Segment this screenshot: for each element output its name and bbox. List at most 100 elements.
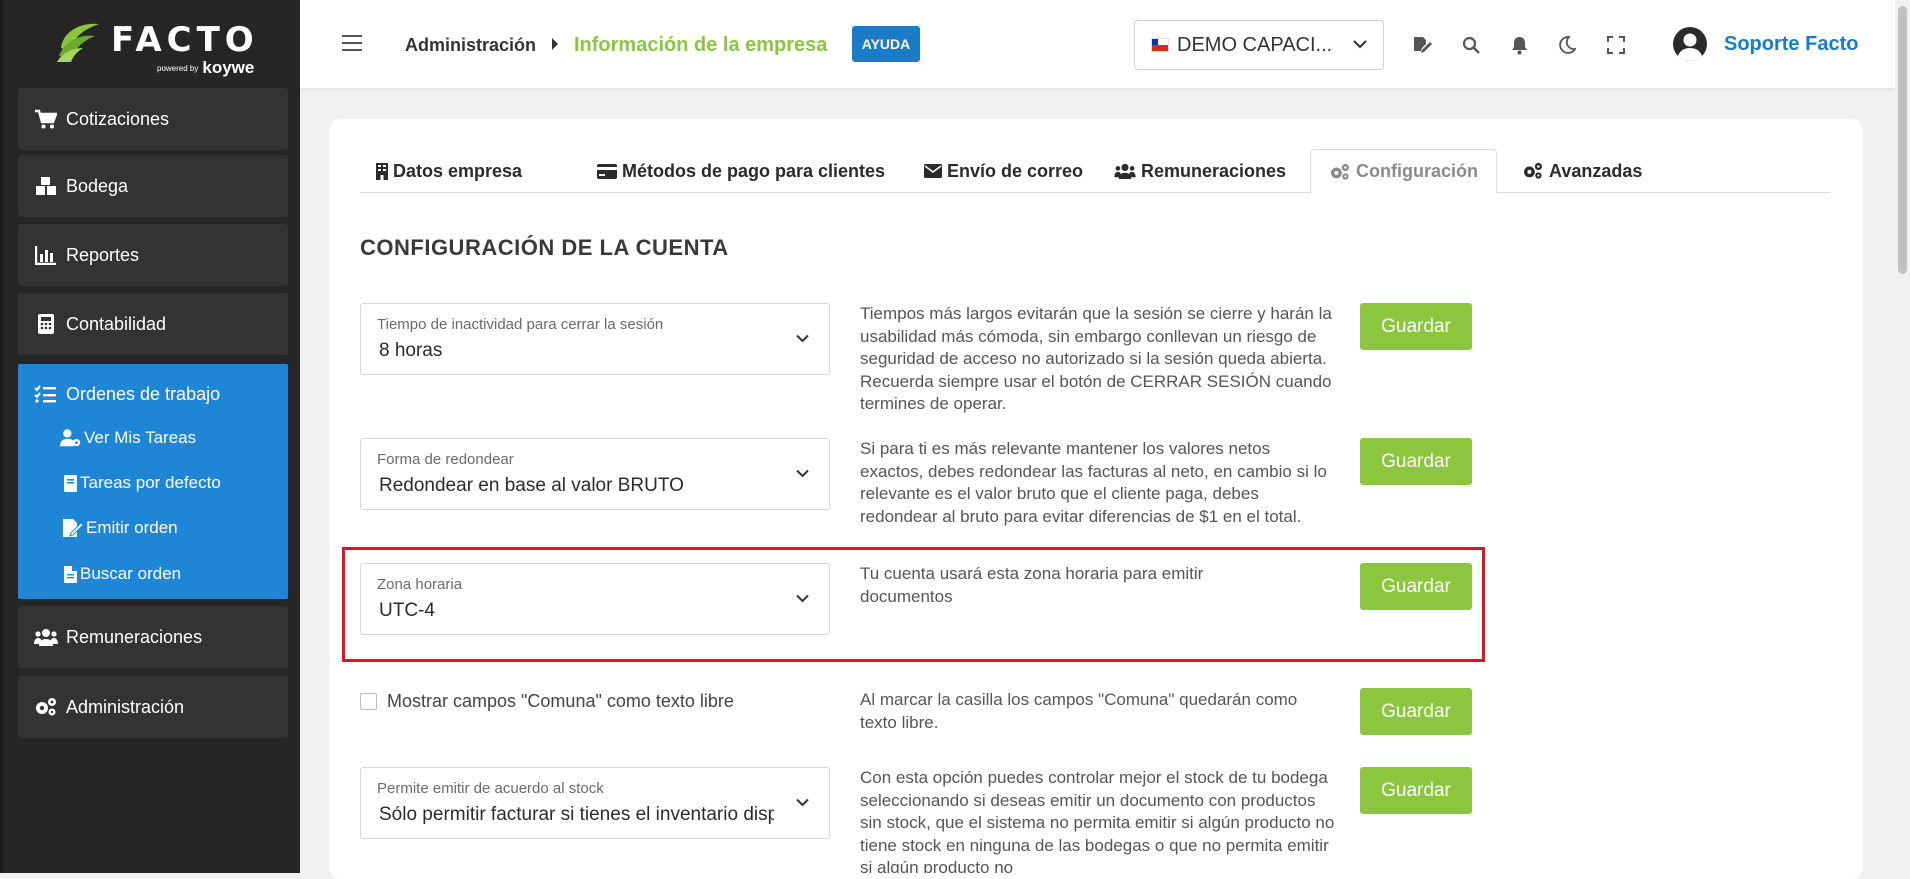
chevron-down-icon xyxy=(1353,40,1367,49)
gears-icon xyxy=(1522,162,1544,180)
fullscreen-icon[interactable] xyxy=(1605,34,1627,56)
moon-icon[interactable] xyxy=(1556,34,1578,56)
setting-description: Tiempos más largos evitarán que la sesió… xyxy=(860,304,1332,413)
tab-envio-de-correo[interactable]: Envío de correo xyxy=(918,149,1089,193)
select-value: UTC-4 xyxy=(379,600,435,621)
tab-label: Métodos de pago para clientes xyxy=(622,160,886,181)
cart-icon xyxy=(34,107,58,131)
scrollbar-thumb[interactable] xyxy=(1898,6,1907,274)
tab-metodos-de-pago[interactable]: Métodos de pago para clientes xyxy=(591,149,891,193)
brand-powered: powered by koywe xyxy=(157,58,255,77)
content-card: Datos empresa Métodos de pago para clien… xyxy=(330,119,1862,879)
comuna-free-text-row: Mostrar campos "Comuna" como texto libre xyxy=(360,691,734,712)
tab-configuracion[interactable]: Configuración xyxy=(1310,149,1497,194)
bar-chart-icon xyxy=(34,243,58,267)
page-scrollbar[interactable] xyxy=(1895,0,1910,873)
hamburger-menu-icon[interactable] xyxy=(342,35,362,53)
select-label: Forma de redondear xyxy=(377,451,514,468)
inactivity-timeout-select[interactable]: Tiempo de inactividad para cerrar la ses… xyxy=(360,303,830,375)
gears-icon xyxy=(1329,163,1351,181)
save-button[interactable]: Guardar xyxy=(1360,438,1472,485)
sidebar-subitem-label: Emitir orden xyxy=(86,518,178,537)
save-button[interactable]: Guardar xyxy=(1360,767,1472,814)
rounding-mode-select[interactable]: Forma de redondear Redondear en base al … xyxy=(360,438,830,510)
file-signature-icon xyxy=(62,517,84,539)
chile-flag-icon xyxy=(1151,38,1169,52)
credit-card-icon xyxy=(597,163,617,179)
sidebar-item-reportes[interactable]: Reportes xyxy=(18,224,288,286)
sidebar-item-contabilidad[interactable]: Contabilidad xyxy=(18,293,288,355)
company-select[interactable]: DEMO CAPACI... xyxy=(1134,20,1384,70)
sidebar-item-label: Administración xyxy=(66,696,185,717)
checkbox-label: Mostrar campos "Comuna" como texto libre xyxy=(387,691,734,711)
sidebar: FACTO powered by koywe Cotizaciones Bodeg… xyxy=(0,0,300,873)
user-avatar-icon xyxy=(1673,27,1707,61)
search-icon[interactable] xyxy=(1460,34,1482,56)
help-button[interactable]: AYUDA xyxy=(852,26,920,62)
tab-avanzadas[interactable]: Avanzadas xyxy=(1516,149,1648,193)
signature-icon[interactable] xyxy=(1412,34,1434,56)
avatar[interactable] xyxy=(1672,26,1708,62)
company-name: DEMO CAPACI... xyxy=(1177,33,1333,56)
sidebar-subitem-buscar-orden[interactable]: Buscar orden xyxy=(62,563,181,585)
facto-logo[interactable]: FACTO powered by koywe xyxy=(55,14,255,77)
chevron-down-icon xyxy=(796,594,809,603)
sidebar-item-administracion[interactable]: Administración xyxy=(18,676,288,738)
setting-description: Si para ti es más relevante mantener los… xyxy=(860,439,1327,526)
chevron-down-icon xyxy=(796,798,809,807)
section-title: CONFIGURACIÓN DE LA CUENTA xyxy=(360,235,729,260)
setting-description: Al marcar la casilla los campos "Comuna"… xyxy=(860,690,1298,732)
select-value: 8 horas xyxy=(379,340,443,361)
sidebar-subitem-tareas-por-defecto[interactable]: Tareas por defecto xyxy=(62,472,221,494)
sidebar-item-label: Remuneraciones xyxy=(66,626,203,647)
boxes-icon xyxy=(34,174,58,198)
sidebar-item-label: Ordenes de trabajo xyxy=(66,383,221,404)
sidebar-item-label: Reportes xyxy=(66,244,140,265)
envelope-icon xyxy=(924,164,942,178)
tab-label: Configuración xyxy=(1356,161,1478,181)
brand-name: FACTO xyxy=(111,20,259,60)
user-gear-icon xyxy=(60,427,82,449)
sidebar-item-ordenes-de-trabajo[interactable]: Ordenes de trabajo Ver Mis Tareas Tareas… xyxy=(18,364,288,599)
users-icon xyxy=(1114,163,1136,179)
save-button[interactable]: Guardar xyxy=(1360,563,1472,610)
sidebar-item-ordenes-head[interactable]: Ordenes de trabajo xyxy=(34,382,220,406)
sidebar-subitem-label: Tareas por defecto xyxy=(80,473,221,492)
bell-icon[interactable] xyxy=(1508,34,1530,56)
select-label: Permite emitir de acuerdo al stock xyxy=(377,780,604,797)
select-label: Tiempo de inactividad para cerrar la ses… xyxy=(377,316,664,333)
sidebar-item-remuneraciones[interactable]: Remuneraciones xyxy=(18,606,288,668)
save-button[interactable]: Guardar xyxy=(1360,303,1472,350)
save-button[interactable]: Guardar xyxy=(1360,688,1472,735)
stock-emission-select[interactable]: Permite emitir de acuerdo al stock Sólo … xyxy=(360,767,830,839)
sidebar-item-bodega[interactable]: Bodega xyxy=(18,155,288,217)
tab-datos-empresa[interactable]: Datos empresa xyxy=(370,149,528,193)
setting-description: Tu cuenta usará esta zona horaria para e… xyxy=(860,564,1204,606)
tab-label: Envío de correo xyxy=(947,160,1084,181)
sidebar-item-cotizaciones[interactable]: Cotizaciones xyxy=(18,88,288,150)
setting-description: Con esta opción puedes controlar mejor e… xyxy=(860,768,1335,873)
sidebar-subitem-emitir-orden[interactable]: Emitir orden xyxy=(62,517,178,539)
sidebar-subitem-ver-mis-tareas[interactable]: Ver Mis Tareas xyxy=(60,427,196,449)
chevron-down-icon xyxy=(796,469,809,478)
select-value: Sólo permitir facturar si tienes el inve… xyxy=(379,804,774,825)
tab-label: Datos empresa xyxy=(393,160,523,181)
sidebar-item-label: Cotizaciones xyxy=(66,108,170,129)
select-label: Zona horaria xyxy=(377,576,463,593)
facto-logo-icon xyxy=(57,23,99,62)
select-value: Redondear en base al valor BRUTO xyxy=(379,475,684,496)
calculator-icon xyxy=(34,312,58,336)
timezone-select[interactable]: Zona horaria UTC-4 xyxy=(360,563,830,635)
breadcrumb-root[interactable]: Administración xyxy=(405,35,536,56)
building-icon xyxy=(376,162,388,180)
topbar: Administración Información de la empresa… xyxy=(300,0,1895,88)
task-list-icon xyxy=(34,382,58,406)
comuna-free-text-checkbox[interactable] xyxy=(360,693,377,710)
user-name-link[interactable]: Soporte Facto xyxy=(1724,33,1858,56)
tab-label: Avanzadas xyxy=(1549,160,1643,181)
tab-label: Remuneraciones xyxy=(1141,160,1287,181)
tab-remuneraciones[interactable]: Remuneraciones xyxy=(1108,149,1292,193)
breadcrumb-current: Información de la empresa xyxy=(574,34,828,56)
gears-icon xyxy=(34,695,58,719)
book-icon xyxy=(62,472,78,494)
